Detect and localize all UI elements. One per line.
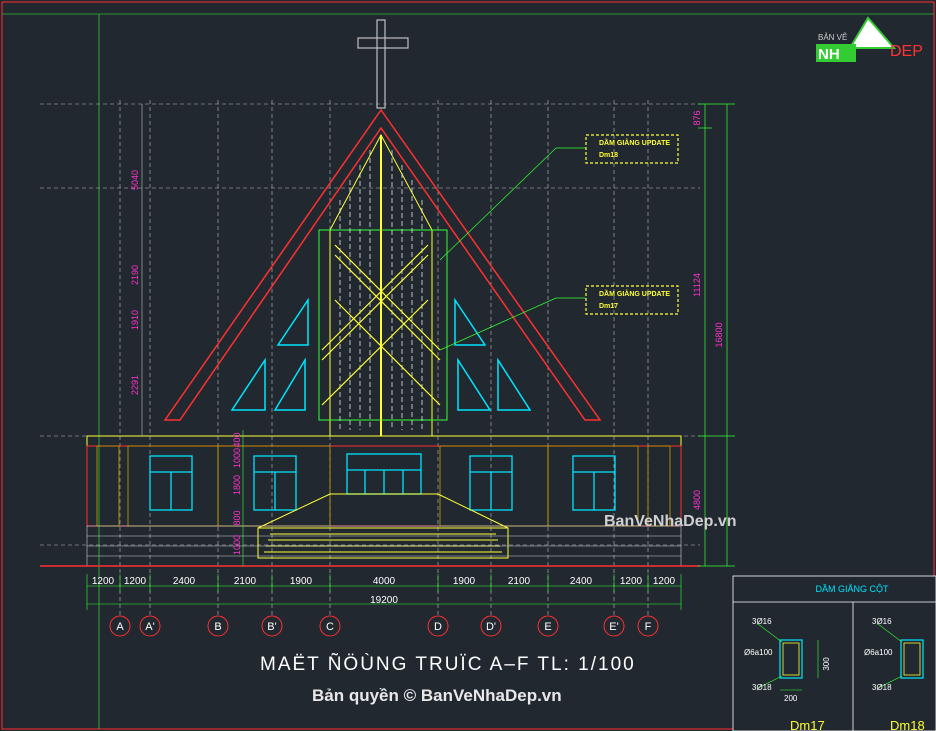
dim-right-top: 876 — [692, 110, 702, 125]
dim-small-2: 1800 — [232, 475, 242, 495]
axis-label-4: C — [326, 621, 334, 633]
drawing-title: MAËT ÑÖÙNG TRUÏC A–F TL: 1/100 — [260, 653, 636, 675]
dim-right-total: 16800 — [714, 322, 724, 347]
detail-panel: DẦM GIẰNG CỘT 3Ø16 Ø6a100 3Ø18 300 200 3… — [732, 575, 936, 731]
callout-mid-label: DẦM GIẰNG UPDATE — [599, 288, 670, 298]
callout-mid-code: Dm17 — [599, 303, 618, 310]
dim-bottom-1: 1200 — [124, 576, 147, 587]
logo-dep-text: DEP — [890, 43, 923, 60]
brand-logo: BẢN VẼ NH DEP — [816, 16, 923, 63]
dim-bottom-5: 4000 — [373, 576, 396, 587]
callout-mid: DẦM GIẰNG UPDATE Dm17 — [439, 285, 679, 351]
dim-left-1: 2190 — [130, 265, 140, 285]
dim-bottom-0: 1200 — [92, 576, 115, 587]
elevation-drawing: 876 11124 16800 4800 5040 2190 1910 2291… — [1, 1, 936, 731]
dim-bottom-total: 19200 — [370, 595, 398, 606]
dim-small-3: 800 — [232, 510, 242, 525]
callout-top-code: Dm18 — [599, 152, 618, 159]
axis-label-8: E' — [609, 621, 618, 633]
axis-label-1: A' — [145, 621, 154, 633]
dim-bottom-4: 1900 — [290, 576, 313, 587]
roof-gable — [163, 108, 602, 421]
axis-label-9: F — [645, 621, 652, 633]
rebar-top-b: 3Ø16 — [872, 617, 892, 626]
logo-nh-text: NH — [818, 46, 840, 63]
dim-bottom-9: 1200 — [620, 576, 643, 587]
stirrup-b: Ø6a100 — [864, 648, 893, 657]
central-facade — [318, 133, 448, 437]
dim-bottom-7: 2100 — [508, 576, 531, 587]
cross-icon — [357, 19, 409, 109]
rebar-top-a: 3Ø16 — [752, 617, 772, 626]
windows — [149, 453, 616, 511]
dim-bottom-8: 2400 — [570, 576, 593, 587]
dim-left-0: 5040 — [130, 170, 140, 190]
dim-right-mid: 11124 — [692, 273, 702, 297]
dim-bottom-2: 2400 — [173, 576, 196, 587]
axis-label-7: E — [544, 621, 551, 633]
dim-small-4: 1000 — [232, 535, 242, 555]
dim-bottom-3: 2100 — [234, 576, 257, 587]
detail-label-b: Dm18 — [890, 718, 925, 731]
axis-label-2: B — [214, 621, 221, 633]
axis-label-0: A — [116, 621, 124, 633]
dim-left-2: 1910 — [130, 310, 140, 330]
dim-bottom-10: 1200 — [653, 576, 676, 587]
height-a: 300 — [822, 657, 831, 671]
callout-top-label: DẦM GIẰNG UPDATE — [599, 137, 670, 147]
brick-base — [86, 525, 682, 567]
detail-label-a: Dm17 — [790, 718, 825, 731]
dim-left-3: 2291 — [130, 375, 140, 395]
detail-title: DẦM GIẰNG CỘT — [815, 584, 889, 594]
dim-right-bottom: 4800 — [692, 490, 702, 510]
rebar-bottom-b: 3Ø18 — [872, 683, 892, 692]
watermark-bottom: Bản quyền © BanVeNhaDep.vn — [312, 686, 562, 705]
axis-label-6: D' — [486, 621, 496, 633]
watermark-mid: BanVeNhaDep.vn — [604, 513, 736, 530]
rebar-bottom-a: 3Ø18 — [752, 683, 772, 692]
axis-label-3: B' — [267, 621, 276, 633]
logo-small-text: BẢN VẼ — [818, 33, 847, 42]
cad-drawing-canvas: 876 11124 16800 4800 5040 2190 1910 2291… — [0, 0, 936, 731]
axis-bubbles: A A' B B' C D D' E E' F — [109, 615, 659, 637]
width-a: 200 — [784, 694, 798, 703]
stirrup-a: Ø6a100 — [744, 648, 773, 657]
dim-bottom-6: 1900 — [453, 576, 476, 587]
callout-top: DẦM GIẰNG UPDATE Dm18 — [439, 134, 679, 261]
ground-floor — [40, 435, 700, 567]
dim-small-0: 400 — [232, 432, 242, 447]
dim-small-1: 1000 — [232, 448, 242, 468]
axis-label-5: D — [434, 621, 442, 633]
